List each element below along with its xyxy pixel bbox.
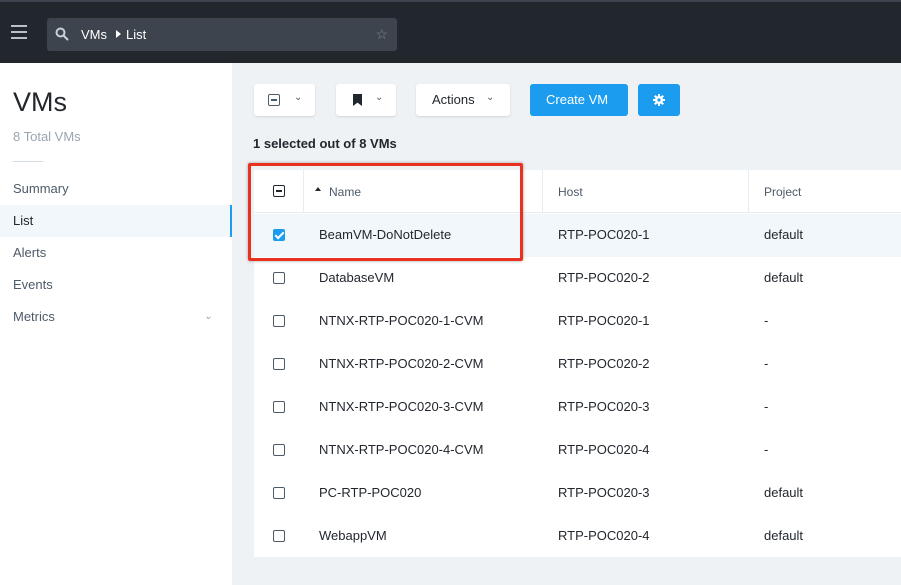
column-divider: [748, 170, 749, 213]
breadcrumb-list[interactable]: List: [126, 27, 146, 42]
page-title: VMs: [13, 87, 67, 117]
actions-label: Actions: [432, 92, 475, 107]
total-vms-count: 8 Total VMs: [13, 129, 81, 144]
table-row[interactable]: DatabaseVM RTP-POC020-2 default: [254, 257, 901, 300]
chevron-down-icon: ⌄: [486, 92, 495, 103]
row-checkbox[interactable]: [273, 272, 285, 284]
row-checkbox[interactable]: [273, 530, 285, 542]
select-all-icon: [268, 94, 280, 106]
sidebar-item-alerts[interactable]: Alerts: [0, 237, 232, 269]
column-divider: [542, 170, 543, 213]
vm-name[interactable]: NTNX-RTP-POC020-3-CVM: [319, 399, 483, 414]
vm-project: -: [764, 442, 769, 457]
hamburger-icon[interactable]: [11, 25, 27, 39]
column-header-name[interactable]: Name: [329, 185, 361, 199]
column-header-host[interactable]: Host: [558, 185, 583, 199]
star-icon[interactable]: ☆: [375, 26, 388, 43]
row-checkbox[interactable]: [273, 315, 285, 327]
row-checkbox[interactable]: [273, 444, 285, 456]
gear-icon: [653, 94, 665, 106]
vm-host: RTP-POC020-2: [558, 270, 650, 285]
vm-table: Name Host Project BeamVM-DoNotDelete RTP-…: [254, 170, 901, 557]
sidebar-item-metrics[interactable]: Metrics ⌄: [0, 301, 232, 333]
vm-project: default: [764, 528, 804, 543]
select-all-checkbox[interactable]: [273, 185, 285, 197]
sidebar-item-label: Metrics: [13, 309, 55, 324]
row-checkbox[interactable]: [273, 487, 285, 499]
sidebar-item-events[interactable]: Events: [0, 269, 232, 301]
vm-host: RTP-POC020-3: [558, 399, 650, 414]
sidebar-item-list[interactable]: List: [0, 205, 232, 237]
vm-host: RTP-POC020-4: [558, 528, 650, 543]
table-header: Name Host Project: [254, 170, 901, 213]
chevron-down-icon: ⌄: [375, 92, 384, 103]
sidebar: VMs 8 Total VMs Summary List Alerts Even…: [0, 63, 232, 585]
vm-host: RTP-POC020-1: [558, 313, 650, 328]
vm-host: RTP-POC020-4: [558, 442, 650, 457]
search-icon: [55, 27, 69, 41]
table-row[interactable]: WebappVM RTP-POC020-4 default: [254, 515, 901, 558]
selection-summary: 1 selected out of 8 VMs: [253, 136, 397, 151]
vm-project: -: [764, 356, 769, 371]
vm-host: RTP-POC020-3: [558, 485, 650, 500]
table-row[interactable]: NTNX-RTP-POC020-3-CVM RTP-POC020-3 -: [254, 386, 901, 429]
vm-name[interactable]: DatabaseVM: [319, 270, 394, 285]
vm-project: default: [764, 485, 804, 500]
row-checkbox[interactable]: [273, 358, 285, 370]
sidebar-item-summary[interactable]: Summary: [0, 173, 232, 205]
vm-name[interactable]: NTNX-RTP-POC020-4-CVM: [319, 442, 483, 457]
vm-host: RTP-POC020-1: [558, 227, 650, 242]
bookmark-dropdown-button[interactable]: ⌄: [336, 84, 396, 116]
vm-project: -: [764, 399, 769, 414]
row-checkbox[interactable]: [273, 229, 285, 241]
table-row[interactable]: NTNX-RTP-POC020-4-CVM RTP-POC020-4 -: [254, 429, 901, 472]
vm-name[interactable]: NTNX-RTP-POC020-1-CVM: [319, 313, 483, 328]
sidebar-item-label: List: [13, 213, 34, 228]
vm-name[interactable]: BeamVM-DoNotDelete: [319, 227, 451, 242]
search-bar[interactable]: VMs List ☆: [47, 18, 397, 51]
sort-ascending-icon[interactable]: [315, 187, 321, 191]
vm-project: -: [764, 313, 769, 328]
breadcrumb-separator-icon: [116, 30, 121, 38]
table-row[interactable]: BeamVM-DoNotDelete RTP-POC020-1 default: [254, 214, 901, 257]
column-divider: [303, 170, 304, 213]
vm-host: RTP-POC020-2: [558, 356, 650, 371]
column-header-project[interactable]: Project: [764, 185, 801, 199]
sidebar-item-label: Summary: [13, 181, 69, 196]
divider: [13, 161, 43, 162]
table-row[interactable]: NTNX-RTP-POC020-1-CVM RTP-POC020-1 -: [254, 300, 901, 343]
create-vm-label: Create VM: [546, 92, 609, 107]
top-bar: VMs List ☆: [0, 0, 901, 63]
vm-project: default: [764, 227, 804, 242]
chevron-down-icon: ⌄: [294, 92, 303, 103]
vm-name[interactable]: PC-RTP-POC020: [319, 485, 421, 500]
vm-name[interactable]: WebappVM: [319, 528, 387, 543]
vm-project: default: [764, 270, 804, 285]
bookmark-icon: [353, 94, 362, 106]
table-row[interactable]: PC-RTP-POC020 RTP-POC020-3 default: [254, 472, 901, 515]
chevron-down-icon: ⌄: [204, 311, 213, 322]
table-row[interactable]: NTNX-RTP-POC020-2-CVM RTP-POC020-2 -: [254, 343, 901, 386]
sidebar-item-label: Alerts: [13, 245, 47, 260]
row-checkbox[interactable]: [273, 401, 285, 413]
sidebar-item-label: Events: [13, 277, 53, 292]
settings-button[interactable]: [638, 84, 680, 116]
create-vm-button[interactable]: Create VM: [530, 84, 628, 116]
vm-name[interactable]: NTNX-RTP-POC020-2-CVM: [319, 356, 483, 371]
select-dropdown-button[interactable]: ⌄: [254, 84, 315, 116]
breadcrumb-vms[interactable]: VMs: [81, 27, 107, 42]
actions-button[interactable]: Actions ⌄: [416, 84, 510, 116]
